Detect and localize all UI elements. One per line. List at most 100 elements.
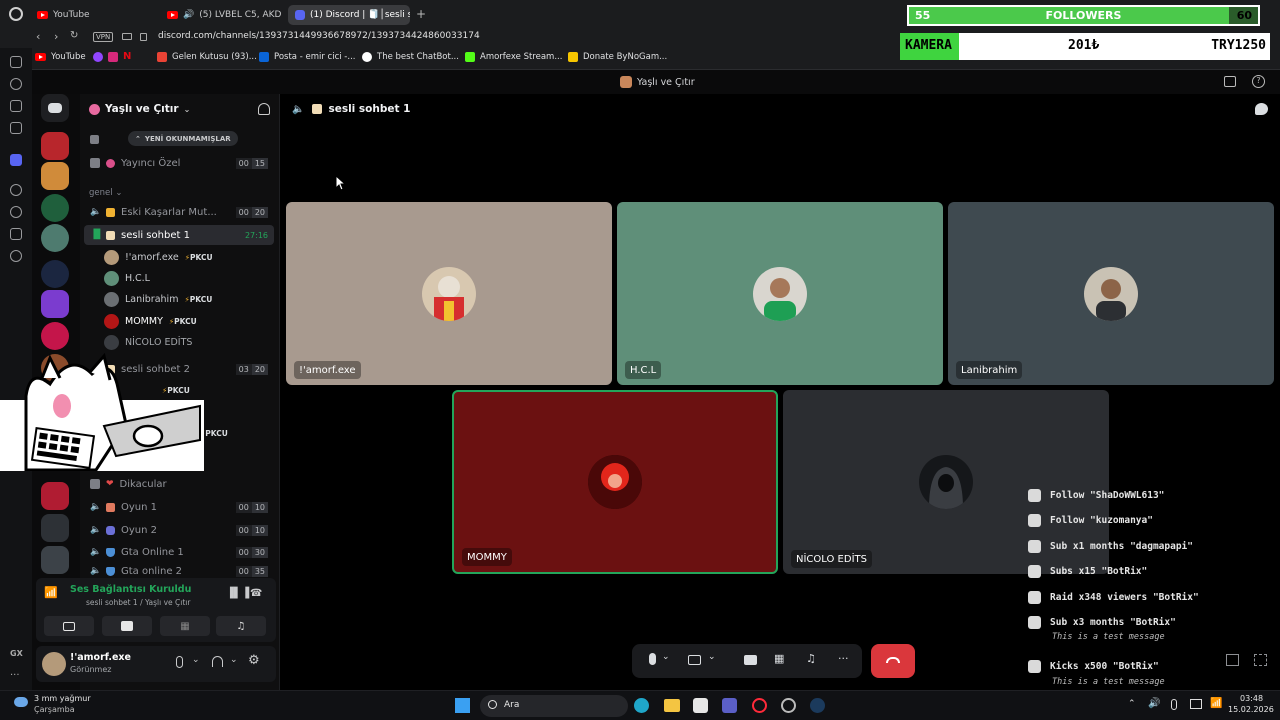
history-icon[interactable] — [10, 206, 22, 218]
chevron-down-icon[interactable]: ⌄ — [192, 655, 200, 665]
help-icon[interactable]: ? — [1252, 75, 1265, 88]
activities-button[interactable]: ▦ — [160, 616, 210, 636]
camera-icon[interactable] — [122, 33, 132, 40]
server-icon-3[interactable] — [41, 194, 69, 222]
clock-time[interactable]: 03:48 — [1240, 694, 1263, 703]
forward-icon[interactable]: › — [54, 30, 58, 43]
reload-icon[interactable]: ↻ — [70, 30, 78, 41]
new-tab-button[interactable]: + — [416, 7, 426, 21]
fullscreen-icon[interactable] — [1254, 654, 1267, 666]
participant-tile-amorf[interactable]: !'amorf.exe — [286, 202, 612, 385]
noise-suppression-icon[interactable]: ▐▌▐ — [226, 588, 249, 599]
chevron-down-icon[interactable]: ⌄ — [708, 652, 726, 670]
channel-sesli-sohbet-1[interactable]: ▐▌ sesli sohbet 1 27:16 — [84, 225, 274, 245]
category-genel[interactable]: genel ⌄ — [89, 188, 122, 198]
tab-discord[interactable]: (1) Discord | 🧻│sesli s — [288, 5, 410, 25]
server-icon-1[interactable] — [41, 132, 69, 160]
guild-header[interactable]: Yaşlı ve Çıtır ⌄ — [80, 94, 280, 124]
taskbar-search[interactable]: Ara — [480, 695, 628, 717]
server-icon-5[interactable] — [41, 260, 69, 288]
channel-oyun-1[interactable]: 🔈 Oyun 1 00 10 — [84, 497, 274, 517]
monitor-tray-icon[interactable] — [1190, 699, 1202, 709]
server-icon-10[interactable] — [41, 514, 69, 542]
popout-icon[interactable] — [1226, 654, 1239, 666]
participant-tile-lanibrahim[interactable]: Lanibrahim — [948, 202, 1274, 385]
more-options-button[interactable]: ··· — [838, 652, 856, 670]
participant-tile-mommy[interactable]: MOMMY — [452, 390, 778, 574]
screen-share-button[interactable] — [102, 616, 152, 636]
aria-icon[interactable] — [10, 78, 22, 90]
server-icon-6[interactable] — [41, 290, 69, 318]
member-lanibrahim[interactable]: Lanibrahim ⚡PKCU — [104, 289, 212, 309]
bookmark-gmail[interactable]: Gelen Kutusu (93)... — [157, 52, 257, 62]
tab-lvbel[interactable]: 🔊 (5) LVBEL C5, AKDO — [160, 5, 282, 25]
voice-status[interactable]: Ses Bağlantısı Kuruldu — [70, 584, 191, 595]
chat-bubble-icon[interactable] — [1255, 103, 1268, 115]
channel-oyun-2[interactable]: 🔈 Oyun 2 00 10 — [84, 520, 274, 540]
bookmark-posta[interactable]: Posta - emir cici -... — [259, 52, 355, 62]
disconnect-icon[interactable]: ☎ — [250, 588, 262, 599]
more-icon[interactable]: ··· — [10, 670, 20, 681]
bookmark-icons[interactable]: N — [93, 52, 133, 62]
speaker-icon[interactable]: 🔈 — [292, 104, 304, 115]
chevron-down-icon[interactable]: ⌄ — [230, 655, 238, 665]
member-hcl[interactable]: H.C.L — [104, 268, 150, 288]
user-name[interactable]: !'amorf.exe — [70, 652, 131, 663]
bookmark-youtube[interactable]: YouTube — [35, 52, 86, 62]
tray-chevron-up-icon[interactable]: ⌃ — [1128, 699, 1136, 709]
server-icon-11[interactable] — [41, 546, 69, 574]
member-amorf[interactable]: !'amorf.exe ⚡PKCU — [104, 247, 213, 267]
wifi-icon[interactable]: 📶 — [1210, 698, 1222, 709]
soundboard-button[interactable]: ♫ — [216, 616, 266, 636]
inbox-icon[interactable] — [1224, 76, 1236, 87]
discord-sidebar-icon[interactable] — [10, 154, 22, 166]
discord-taskbar-icon[interactable] — [781, 698, 796, 713]
weather-icon[interactable] — [14, 697, 28, 707]
camera-off-button[interactable] — [686, 652, 704, 670]
chevron-down-icon[interactable]: ⌄ — [662, 652, 680, 670]
gx-icon[interactable]: GX — [10, 649, 23, 658]
server-icon-2[interactable] — [41, 162, 69, 190]
soundboard-button[interactable]: ♫ — [806, 652, 824, 670]
server-icon-4[interactable] — [41, 224, 69, 252]
clock-date[interactable]: 15.02.2026 — [1228, 705, 1274, 714]
volume-icon[interactable]: 🔊 — [1148, 698, 1160, 709]
server-icon-9[interactable] — [41, 482, 69, 510]
workspaces-icon[interactable] — [10, 56, 22, 68]
start-button[interactable] — [455, 698, 470, 713]
channel-eski-kasarlar[interactable]: 🔈 Eski Kaşarlar Mut... 00 20 — [84, 202, 274, 222]
signal-icon[interactable]: 📶 — [44, 586, 58, 599]
media-icon[interactable] — [10, 122, 22, 134]
vpn-badge[interactable]: VPN — [93, 32, 114, 42]
settings-icon[interactable] — [10, 250, 22, 262]
discord-home-icon[interactable] — [41, 94, 69, 122]
participant-tile-hcl[interactable]: H.C.L — [617, 202, 943, 385]
weather-text[interactable]: 3 mm yağmur — [34, 694, 91, 703]
gear-icon[interactable]: ⚙ — [248, 653, 260, 668]
folder-icon[interactable] — [664, 699, 680, 712]
server-icon-7[interactable] — [41, 322, 69, 350]
user-status[interactable]: Görünmez — [70, 665, 111, 674]
capcut-icon[interactable] — [693, 698, 708, 713]
channel-gta-online-2[interactable]: 🔈 Gta online 2 00 35 — [84, 565, 274, 577]
edge-icon[interactable] — [634, 698, 649, 713]
activities-button[interactable]: ▦ — [774, 652, 792, 670]
channel-gta-online-1[interactable]: 🔈 Gta Online 1 00 30 — [84, 542, 274, 562]
avatar[interactable] — [42, 652, 66, 676]
microphone-icon[interactable] — [176, 656, 183, 668]
microphone-button[interactable] — [644, 652, 662, 670]
opera-gx-icon[interactable] — [752, 698, 767, 713]
screen-share-button[interactable] — [742, 652, 760, 670]
channel-dikacular[interactable]: ❤ Dikacular — [84, 474, 274, 494]
camera-off-button[interactable] — [44, 616, 94, 636]
teams-icon[interactable] — [722, 698, 737, 713]
bookmark-kick[interactable]: Amorfexe Stream... — [465, 52, 562, 62]
opera-logo-icon[interactable] — [9, 7, 23, 21]
tab-youtube[interactable]: YouTube — [30, 5, 150, 25]
player-icon[interactable] — [10, 184, 22, 196]
channel-yayinci-ozel[interactable]: Yayıncı Özel 00 15 — [84, 153, 274, 173]
headphones-icon[interactable] — [212, 656, 223, 667]
voice-location[interactable]: sesli sohbet 1 / Yaşlı ve Çıtır — [86, 598, 190, 607]
steam-icon[interactable] — [810, 698, 825, 713]
bookmark-chatbot[interactable]: The best ChatBot... — [362, 52, 459, 62]
